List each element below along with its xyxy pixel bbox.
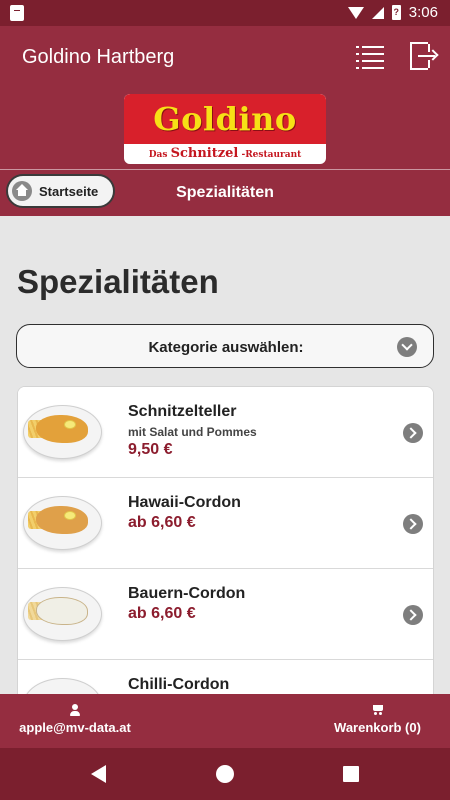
chevron-right-icon — [403, 423, 423, 443]
item-price: 9,50 € — [128, 441, 173, 458]
item-title: Schnitzelteller — [128, 403, 237, 420]
list-item[interactable]: Bauern-Cordon ab 6,60 € — [18, 569, 433, 660]
home-circle-icon[interactable] — [216, 765, 234, 783]
list-item[interactable]: Chilli-Cordon — [18, 660, 433, 694]
page-title: Spezialitäten — [17, 263, 219, 300]
cart-icon — [371, 704, 385, 716]
recents-icon[interactable] — [343, 766, 359, 782]
logo-name: Goldino — [153, 100, 297, 138]
category-select-label: Kategorie auswählen: — [148, 339, 304, 356]
item-title: Bauern-Cordon — [128, 585, 246, 602]
app-title: Goldino Hartberg — [22, 46, 175, 68]
cart-button[interactable]: Warenkorb (0) — [300, 704, 450, 735]
wifi-icon — [347, 6, 364, 19]
item-title: Hawaii-Cordon — [128, 494, 241, 511]
list-item[interactable]: Hawaii-Cordon ab 6,60 € — [18, 478, 433, 569]
header-divider — [0, 169, 450, 170]
main-content[interactable]: Spezialitäten Kategorie auswählen: Schni… — [0, 216, 450, 694]
status-icons: ? 3:06 — [347, 4, 438, 21]
battery-icon: ? — [391, 5, 401, 20]
back-icon[interactable] — [91, 765, 106, 783]
item-price: ab 6,60 € — [128, 605, 196, 622]
list-item[interactable]: Schnitzelteller mit Salat und Pommes 9,5… — [18, 387, 433, 478]
signal-icon — [371, 6, 384, 19]
item-title: Chilli-Cordon — [128, 676, 230, 693]
chevron-right-icon — [403, 605, 423, 625]
user-icon — [69, 704, 81, 716]
list-icon[interactable] — [356, 44, 384, 70]
product-list: Schnitzelteller mit Salat und Pommes 9,5… — [17, 386, 434, 694]
bauern-cordon-image — [18, 569, 107, 659]
item-subtitle: mit Salat und Pommes — [128, 425, 257, 439]
cart-label: Warenkorb (0) — [334, 720, 421, 735]
chevron-down-icon — [397, 337, 417, 357]
logo-tagline: Das Schnitzel -Restaurant — [148, 146, 302, 161]
app-header: Goldino Hartberg Goldino Das Schnitzel -… — [0, 26, 450, 216]
system-nav-bar — [0, 748, 450, 800]
user-email: apple@mv-data.at — [19, 720, 131, 735]
schnitzel-image — [18, 387, 107, 477]
chevron-right-icon — [403, 514, 423, 534]
goldino-logo: Goldino Das Schnitzel -Restaurant — [124, 94, 326, 164]
logout-icon[interactable] — [410, 42, 439, 72]
status-bar: ? 3:06 — [0, 0, 450, 26]
chilli-cordon-image — [18, 660, 107, 694]
sim-card-icon — [10, 5, 24, 21]
status-time: 3:06 — [408, 4, 438, 21]
bottom-bar: apple@mv-data.at Warenkorb (0) — [0, 694, 450, 748]
item-price: ab 6,60 € — [128, 514, 196, 531]
hawaii-cordon-image — [18, 478, 107, 568]
user-account-button[interactable]: apple@mv-data.at — [0, 704, 150, 735]
category-select[interactable]: Kategorie auswählen: — [16, 324, 434, 368]
nav-title: Spezialitäten — [176, 184, 274, 201]
